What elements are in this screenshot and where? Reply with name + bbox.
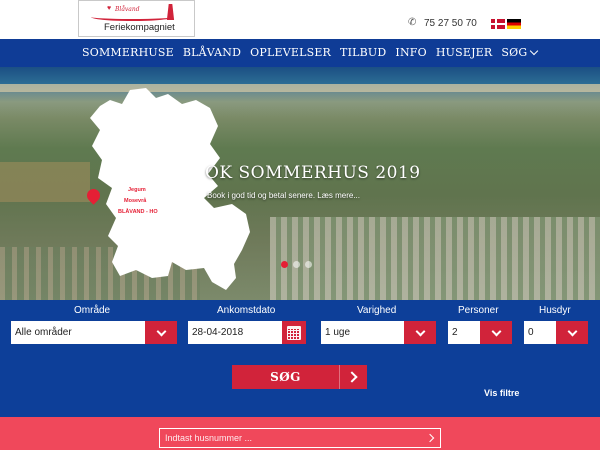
- nav-item-husejer[interactable]: HUSEJER: [436, 46, 493, 59]
- chevron-down-icon: [567, 326, 577, 336]
- map-label-blavand: BLÅVAND - HO: [118, 209, 158, 215]
- search-button[interactable]: SØG: [232, 365, 367, 389]
- german-flag-icon[interactable]: [507, 19, 521, 29]
- slider-dot[interactable]: [305, 261, 312, 268]
- persons-select-button[interactable]: [480, 321, 512, 344]
- nav-item-oplevelser[interactable]: OPLEVELSER: [250, 46, 331, 59]
- map-label-jegum: Jegum: [128, 187, 146, 193]
- field-label-varighed: Varighed: [357, 305, 397, 316]
- duration-select-button[interactable]: [404, 321, 436, 344]
- heart-icon: ♥: [107, 5, 112, 12]
- phone-number: 75 27 50 70: [424, 17, 477, 29]
- pets-select[interactable]: 0: [524, 321, 588, 344]
- arrival-date-value: 28-04-2018: [192, 327, 244, 338]
- field-label-omrade: Område: [74, 305, 111, 316]
- slider-dot[interactable]: [281, 261, 288, 268]
- chevron-down-icon: [415, 326, 425, 336]
- search-button-label: SØG: [270, 370, 301, 384]
- nav-item-sog-label: SØG: [501, 46, 528, 59]
- nav-item-sog[interactable]: SØG: [501, 46, 539, 59]
- sea-background: [0, 67, 600, 84]
- duration-select-value: 1 uge: [325, 327, 351, 338]
- chevron-down-icon: [530, 46, 539, 56]
- nav-item-blavand[interactable]: BLÅVAND: [183, 46, 241, 59]
- chevron-right-icon: [425, 433, 435, 443]
- field-label-husdyr: Husdyr: [539, 305, 571, 316]
- house-number-form: [159, 428, 441, 448]
- chevron-down-icon: [156, 326, 166, 336]
- house-number-input[interactable]: [160, 429, 422, 447]
- field-label-ankomstdato: Ankomstdato: [217, 305, 276, 316]
- pets-select-button[interactable]: [556, 321, 588, 344]
- area-select[interactable]: Alle områder: [11, 321, 177, 344]
- calendar-button[interactable]: [282, 321, 306, 344]
- search-panel: Område Alle områder Ankomstdato 28-04-20…: [0, 300, 600, 417]
- map-label-mosevra: Mosevrå: [124, 198, 147, 204]
- area-select-value: Alle områder: [15, 327, 72, 338]
- duration-select[interactable]: 1 uge: [321, 321, 436, 344]
- area-select-button[interactable]: [145, 321, 177, 344]
- nav-item-info[interactable]: INFO: [395, 46, 426, 59]
- chevron-down-icon: [491, 326, 501, 336]
- nav-item-sommerhuse[interactable]: SOMMERHUSE: [82, 46, 174, 59]
- persons-select[interactable]: 2: [448, 321, 512, 344]
- phone-link[interactable]: ✆ 75 27 50 70: [408, 17, 477, 29]
- arrival-date-field[interactable]: 28-04-2018: [188, 321, 306, 344]
- danish-flag-icon[interactable]: [491, 19, 505, 29]
- field-label-personer: Personer: [458, 305, 499, 316]
- pets-select-value: 0: [528, 327, 534, 338]
- logo-script: Blåvand: [115, 6, 140, 13]
- field-background: [0, 162, 90, 202]
- show-filters-link[interactable]: Vis filtre: [484, 388, 519, 398]
- hero-subtitle[interactable]: Book i god tid og betal senere. Læs mere…: [207, 191, 360, 200]
- chevron-right-icon: [339, 365, 367, 389]
- slider-dot[interactable]: [293, 261, 300, 268]
- hero-title: OK SOMMERHUS 2019: [205, 163, 421, 183]
- logo[interactable]: ♥ Blåvand Feriekompagniet: [78, 0, 195, 37]
- phone-icon: ✆: [408, 17, 417, 28]
- main-nav: SOMMERHUSE BLÅVAND OPLEVELSER TILBUD INF…: [0, 39, 600, 67]
- calendar-icon: [287, 325, 301, 340]
- slider-dots: [281, 261, 312, 268]
- region-map-icon: [90, 88, 250, 290]
- house-number-strip: [0, 417, 600, 450]
- logo-swoosh: [91, 13, 173, 21]
- page: ♥ Blåvand Feriekompagniet ✆ 75 27 50 70 …: [0, 0, 600, 450]
- top-bar: ♥ Blåvand Feriekompagniet ✆ 75 27 50 70: [0, 0, 600, 39]
- logo-name: Feriekompagniet: [104, 22, 175, 33]
- persons-select-value: 2: [452, 327, 458, 338]
- nav-item-tilbud[interactable]: TILBUD: [340, 46, 386, 59]
- house-number-submit[interactable]: [422, 429, 440, 447]
- lighthouse-icon: [166, 4, 175, 20]
- town-background: [270, 217, 600, 300]
